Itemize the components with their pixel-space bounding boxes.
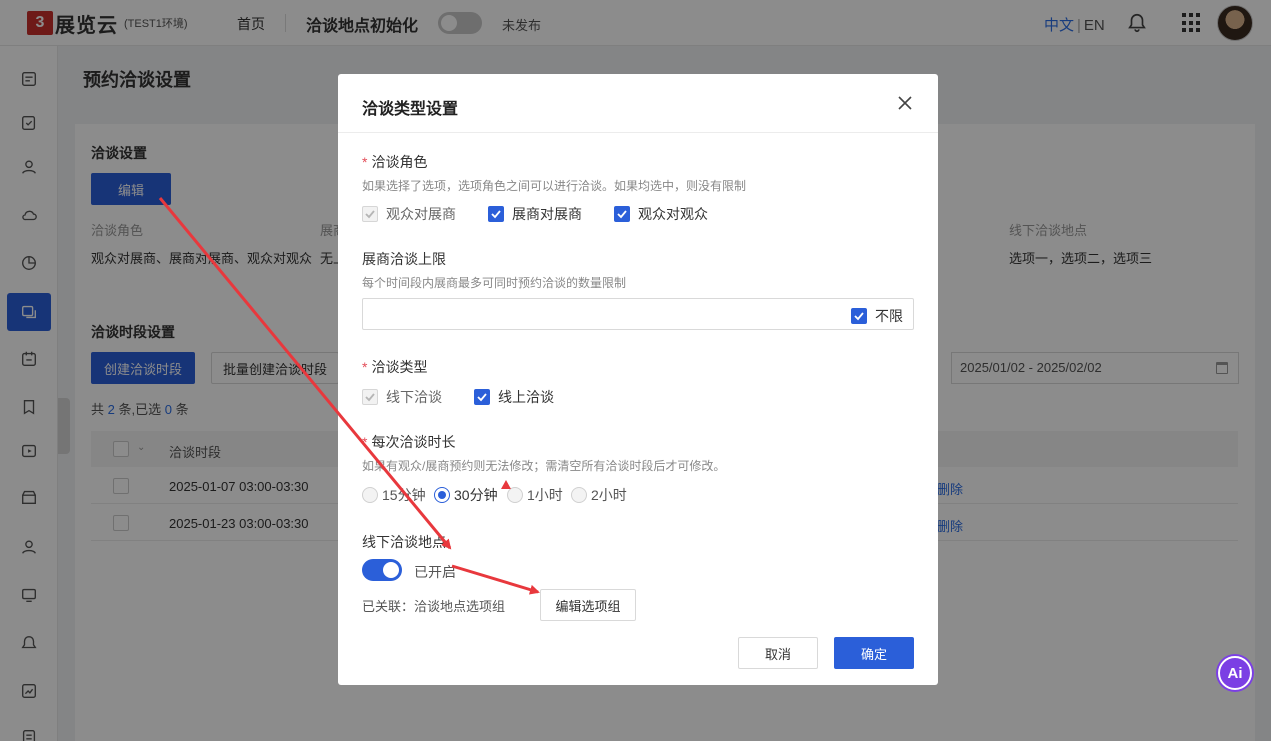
limit-input[interactable]: 不限	[362, 298, 914, 330]
duration-field-help: 如果有观众/展商预约则无法修改；需清空所有洽谈时段后才可修改。	[362, 459, 726, 473]
role-field-label: * 洽谈角色	[362, 154, 428, 170]
duration-field-label: * 每次洽谈时长	[362, 434, 456, 450]
offline-location-status: 已开启	[414, 564, 456, 580]
dialog-header: 洽谈类型设置	[338, 74, 938, 133]
role-field-help: 如果选择了选项，选项角色之间可以进行洽谈。如果均选中，则没有限制	[362, 179, 747, 193]
role-exhibitor-exhibitor-checkbox[interactable]: 展商对展商	[488, 204, 582, 224]
limit-field-help: 每个时间段内展商最多可同时预约洽谈的数量限制	[362, 276, 627, 290]
limit-field-label: 展商洽谈上限	[362, 251, 446, 267]
role-visitor-exhibitor-checkbox[interactable]: 观众对展商	[362, 204, 456, 224]
duration-30min-radio[interactable]: 30分钟	[434, 485, 498, 505]
duration-2h-radio[interactable]: 2小时	[571, 485, 627, 505]
type-field-label: * 洽谈类型	[362, 359, 428, 375]
dialog-title: 洽谈类型设置	[362, 101, 459, 118]
type-offline-checkbox[interactable]: 线下洽谈	[362, 387, 442, 407]
duration-15min-radio[interactable]: 15分钟	[362, 485, 426, 505]
ai-assistant-button[interactable]: Ai	[1218, 656, 1252, 690]
confirm-button[interactable]: 确定	[834, 637, 914, 669]
offline-location-label: 线下洽谈地点	[362, 534, 446, 550]
duration-1h-radio[interactable]: 1小时	[507, 485, 563, 505]
close-icon[interactable]	[898, 96, 912, 110]
edit-option-group-button[interactable]: 编辑选项组	[540, 589, 636, 621]
linked-option-group: 已关联：洽谈地点选项组	[362, 599, 506, 614]
meeting-type-settings-dialog: 洽谈类型设置 * 洽谈角色 如果选择了选项，选项角色之间可以进行洽谈。如果均选中，…	[338, 74, 938, 685]
role-visitor-visitor-checkbox[interactable]: 观众对观众	[614, 204, 708, 224]
type-online-checkbox[interactable]: 线上洽谈	[474, 387, 554, 407]
cancel-button[interactable]: 取消	[738, 637, 818, 669]
offline-location-toggle[interactable]	[362, 559, 402, 581]
unlimited-checkbox[interactable]: 不限	[851, 306, 903, 326]
